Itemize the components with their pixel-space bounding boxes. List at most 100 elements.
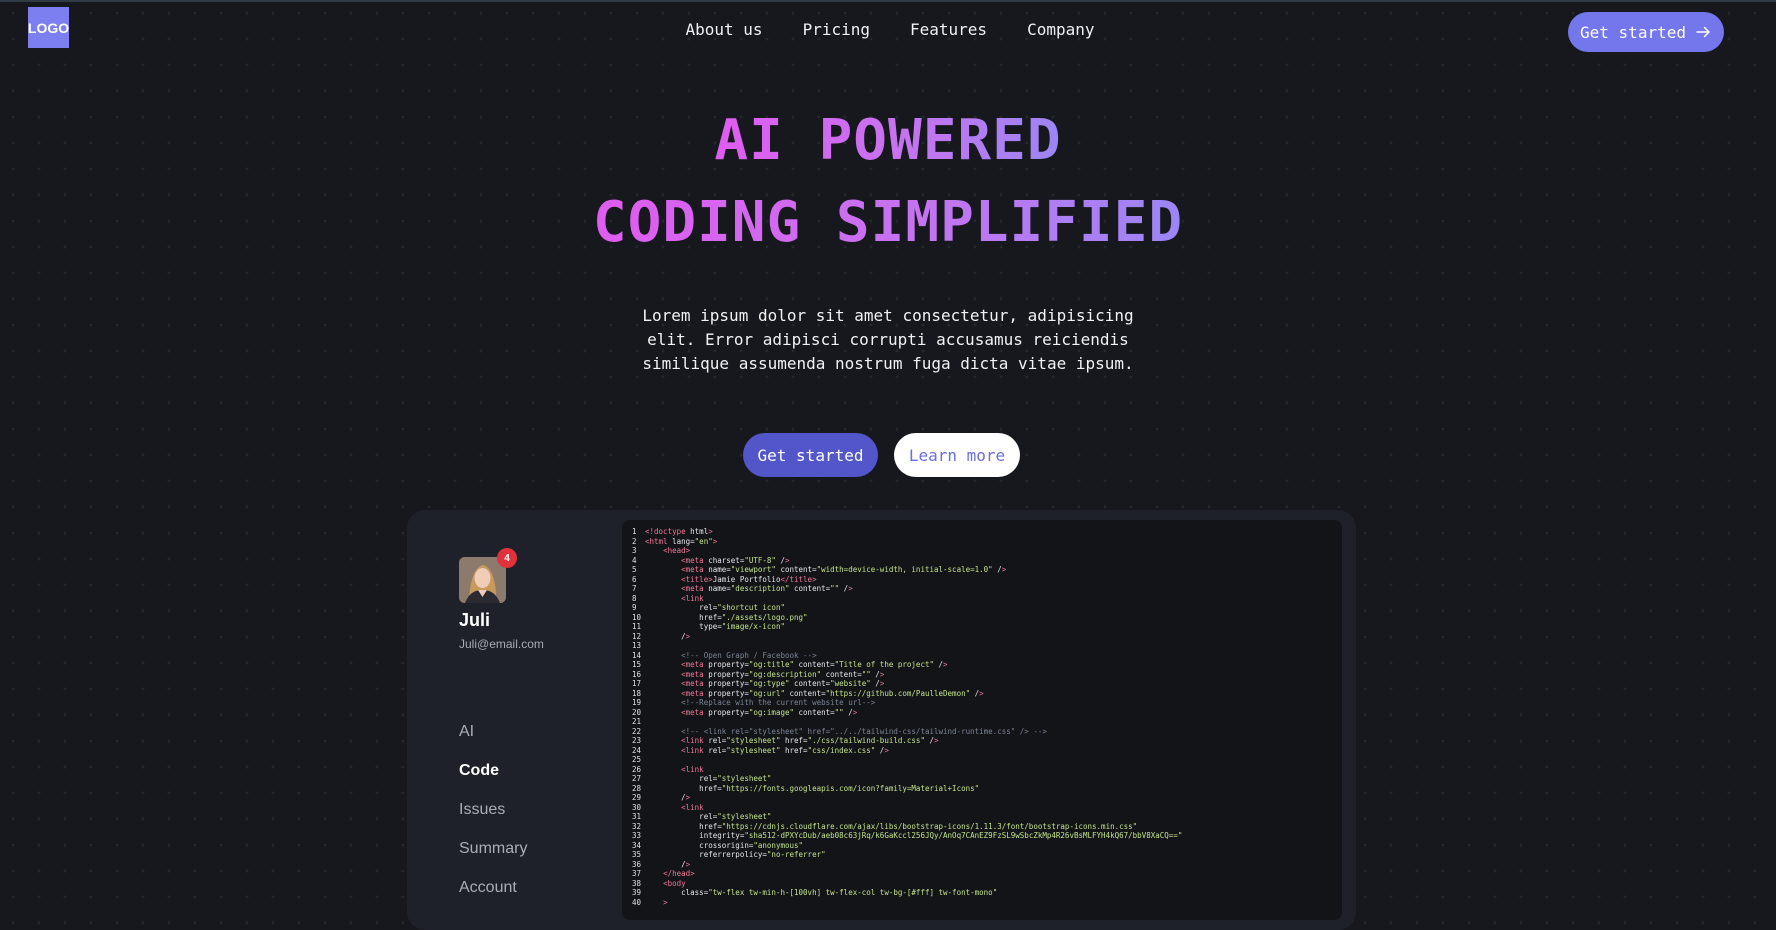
code-line: 27 rel="stylesheet" — [632, 774, 1342, 784]
code-text: <link rel="stylesheet" href="./css/tailw… — [681, 736, 939, 745]
code-text: <meta name="viewport" content="width=dev… — [681, 565, 1007, 574]
line-number: 34 — [632, 840, 642, 850]
code-text: referrerpolicy="no-referrer" — [645, 850, 826, 859]
code-line: 37 </head> — [632, 869, 1342, 879]
code-line: 26 <link — [632, 765, 1342, 775]
code-text: </head> — [663, 869, 695, 878]
notification-badge: 4 — [497, 548, 517, 568]
main-nav: About us Pricing Features Company — [0, 20, 1776, 39]
code-text: type="image/x-icon" — [645, 622, 785, 631]
line-number: 4 — [632, 555, 637, 565]
code-text: <meta property="og:url" content="https:/… — [681, 688, 984, 698]
code-line: 39 class="tw-flex tw-min-h-[100vh] tw-fl… — [632, 888, 1342, 898]
nav-link-about-us[interactable]: About us — [686, 20, 763, 39]
line-number: 1 — [632, 527, 637, 536]
nav-link-features[interactable]: Features — [910, 20, 987, 39]
line-number: 23 — [632, 736, 642, 745]
code-text: <title>Jamie Portfolio</title> — [681, 574, 817, 584]
line-number: 7 — [632, 584, 637, 593]
avatar-container[interactable]: 4 — [459, 548, 517, 603]
line-number: 19 — [632, 698, 642, 707]
hero-title: AI POWERED CODING SIMPLIFIED — [0, 100, 1776, 264]
line-number: 37 — [632, 869, 642, 878]
line-number: 11 — [632, 622, 642, 631]
code-line: 33 integrity="sha512-dPXYcDub/aeb08c63jR… — [632, 831, 1342, 841]
code-line: 25 — [632, 755, 1342, 765]
code-text: href="https://fonts.googleapis.com/icon?… — [645, 783, 980, 793]
hero-title-line-1: AI POWERED — [714, 108, 1062, 173]
sidebar-item-issues[interactable]: Issues — [459, 800, 527, 839]
code-text: class="tw-flex tw-min-h-[100vh] tw-flex-… — [645, 888, 998, 897]
nav-link-pricing[interactable]: Pricing — [803, 20, 870, 39]
code-editor[interactable]: 1 <!doctype html> 2 <html lang="en"> 3 <head… — [622, 520, 1342, 920]
get-started-button[interactable]: Get started — [743, 433, 878, 477]
code-line: 13 — [632, 641, 1342, 651]
sidebar-item-ai[interactable]: AI — [459, 722, 527, 761]
top-border — [0, 0, 1776, 2]
code-text: <meta property="og:title" content="Title… — [681, 660, 948, 669]
user-email: Juli@email.com — [459, 637, 544, 651]
line-number: 28 — [632, 783, 642, 793]
line-number: 5 — [632, 565, 637, 574]
line-number: 30 — [632, 802, 642, 812]
code-line: 17 <meta property="og:type" content="web… — [632, 679, 1342, 689]
code-line: 31 rel="stylesheet" — [632, 812, 1342, 822]
code-text: /> — [645, 631, 691, 641]
line-number: 15 — [632, 660, 642, 669]
code-line: 22 <!-- <link rel="stylesheet" href="../… — [632, 727, 1342, 737]
code-line: 9 rel="shortcut icon" — [632, 603, 1342, 613]
line-number: 3 — [632, 546, 637, 555]
line-number: 14 — [632, 650, 642, 660]
code-line: 32 href="https://cdnjs.cloudflare.com/aj… — [632, 822, 1342, 832]
code-text: <!-- <link rel="stylesheet" href="../../… — [645, 726, 1047, 736]
code-text: integrity="sha512-dPXYcDub/aeb08c63jRq/k… — [645, 831, 1183, 840]
code-line: 24 <link rel="stylesheet" href="css/inde… — [632, 746, 1342, 756]
code-line: 10 href="./assets/logo.png" — [632, 613, 1342, 623]
line-number: 24 — [632, 745, 642, 755]
nav-link-company[interactable]: Company — [1027, 20, 1094, 39]
code-line: 4 <meta charset="UTF-8" /> — [632, 556, 1342, 566]
code-text: <link — [681, 593, 704, 603]
code-line: 30 <link — [632, 803, 1342, 813]
line-number: 10 — [632, 612, 642, 622]
code-text: <meta charset="UTF-8" /> — [681, 555, 790, 565]
code-text: <meta name="description" content="" /> — [681, 584, 853, 593]
code-text: crossorigin="anonymous" — [645, 840, 804, 850]
sidebar-item-code[interactable]: Code — [459, 761, 527, 800]
line-number: 31 — [632, 812, 642, 821]
user-name: Juli — [459, 610, 491, 630]
code-text: rel="stylesheet" — [645, 774, 772, 783]
header-get-started-button[interactable]: Get started — [1568, 12, 1724, 52]
app-preview-panel: 4 Juli Juli@email.com AI Code Issues Sum… — [407, 510, 1356, 930]
code-line: 16 <meta property="og:description" conte… — [632, 670, 1342, 680]
code-text: <link — [681, 764, 704, 774]
line-number: 36 — [632, 859, 642, 869]
line-number: 18 — [632, 688, 642, 698]
code-text: href="https://cdnjs.cloudflare.com/ajax/… — [645, 821, 1138, 831]
code-line: 18 <meta property="og:url" content="http… — [632, 689, 1342, 699]
line-number: 20 — [632, 707, 642, 717]
code-line: 29 /> — [632, 793, 1342, 803]
code-line: 21 — [632, 717, 1342, 727]
code-text: <!--Replace with the current website url… — [645, 698, 876, 707]
arrow-right-icon — [1696, 26, 1710, 38]
code-line: 2 <html lang="en"> — [632, 537, 1342, 547]
code-text: <head> — [663, 546, 691, 555]
code-line: 12 /> — [632, 632, 1342, 642]
learn-more-button[interactable]: Learn more — [894, 433, 1020, 477]
code-line: 15 <meta property="og:title" content="Ti… — [632, 660, 1342, 670]
line-number: 27 — [632, 774, 642, 783]
line-number: 16 — [632, 669, 642, 679]
code-text: <!doctype html> — [645, 527, 713, 536]
sidebar-item-account[interactable]: Account — [459, 878, 527, 917]
line-number: 12 — [632, 631, 642, 641]
line-number: 35 — [632, 850, 642, 859]
line-number: 33 — [632, 831, 642, 840]
code-line: 1 <!doctype html> — [632, 527, 1342, 537]
code-line: 5 <meta name="viewport" content="width=d… — [632, 565, 1342, 575]
line-number: 13 — [632, 641, 642, 650]
code-text: /> — [645, 859, 691, 869]
sidebar-item-summary[interactable]: Summary — [459, 839, 527, 878]
code-text: <link — [681, 802, 704, 812]
code-line: 3 <head> — [632, 546, 1342, 556]
